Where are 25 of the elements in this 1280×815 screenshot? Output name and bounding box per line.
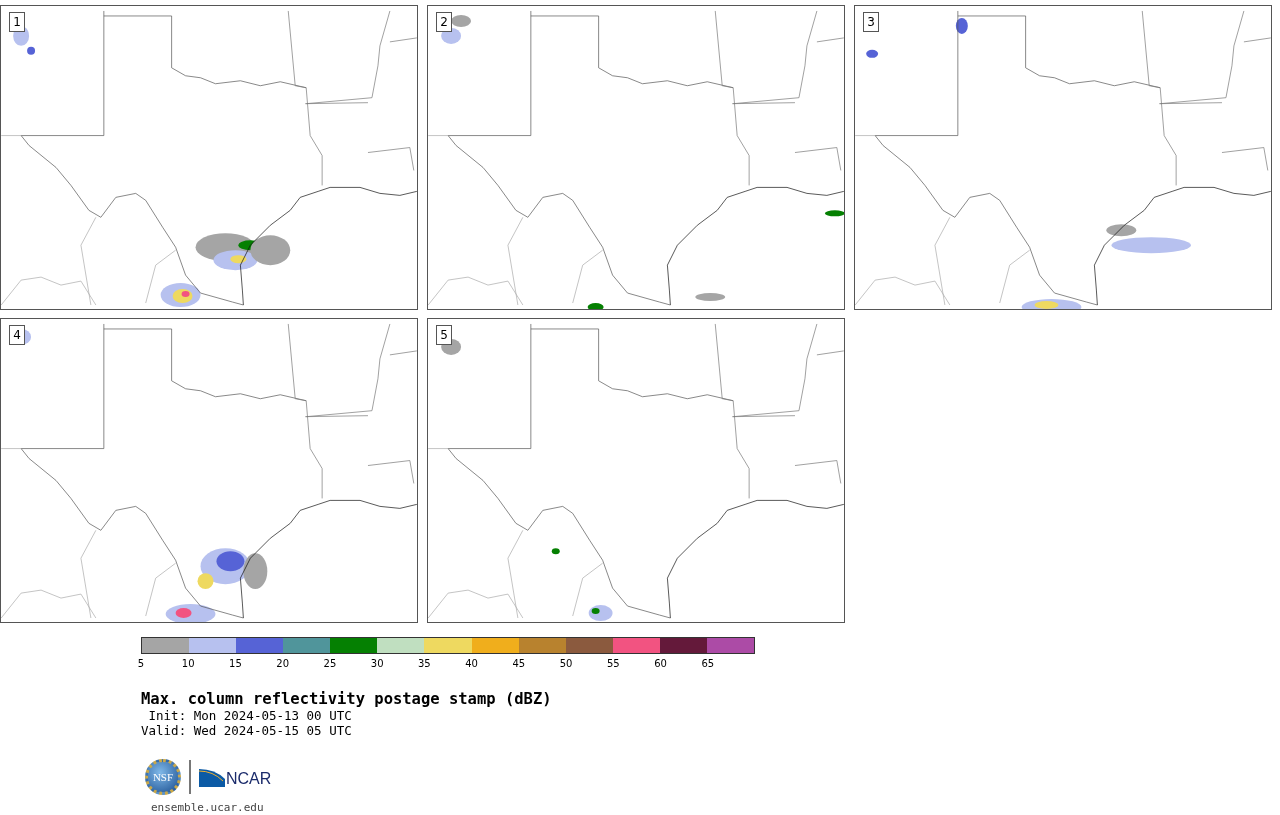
colorbar-tick-label: 10 (181, 658, 195, 669)
website-link[interactable]: ensemble.ucar.edu (151, 800, 1280, 815)
colorbar-tick-label: 20 (276, 658, 290, 669)
colorbar-tick-label: 55 (606, 658, 620, 669)
panel-number: 4 (9, 325, 25, 345)
colorbar-tick-label: 5 (137, 658, 145, 669)
ncar-swoosh-icon (199, 767, 225, 787)
panel-number: 3 (863, 12, 879, 32)
colorbar-tick-label: 60 (654, 658, 667, 669)
colorbar-tick-label: 45 (512, 658, 526, 669)
panel-number: 5 (436, 325, 452, 345)
colorbar-tick-label: 30 (370, 658, 384, 669)
valid-time: Valid: Wed 2024-05-15 05 UTC (141, 723, 353, 738)
colorbar-tick-label: 50 (559, 658, 573, 669)
colorbar-tick-label: 15 (229, 658, 242, 669)
init-time: Init: Mon 2024-05-13 00 UTC (147, 708, 353, 723)
ncar-logo-text: NCAR (226, 771, 272, 787)
panel-number: 2 (436, 12, 452, 32)
nsf-logo: NSF (145, 759, 181, 795)
colorbar-tick-label: 25 (323, 658, 337, 669)
colorbar-tick-label: 65 (701, 658, 715, 669)
panel-number: 1 (9, 12, 25, 32)
chart-title: Max. column reflectivity postage stamp (dBZ) (141, 690, 553, 708)
colorbar-tick-label: 35 (418, 658, 431, 669)
colorbar-tick-label: 40 (465, 658, 478, 669)
